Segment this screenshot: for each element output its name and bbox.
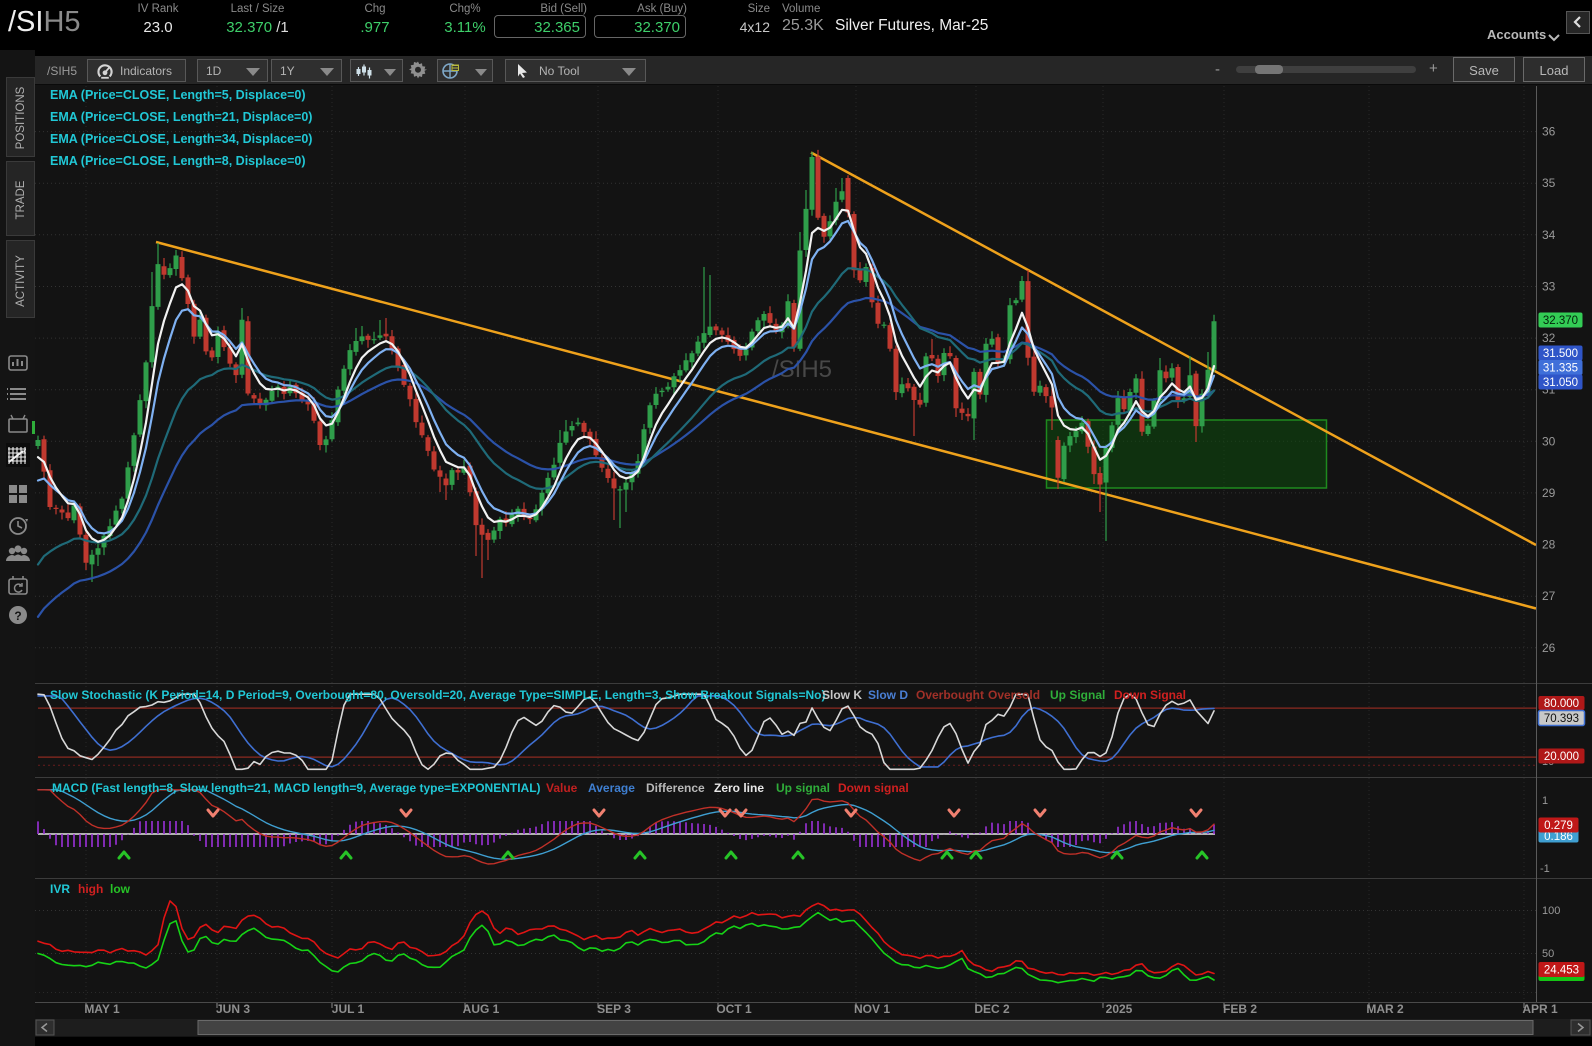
svg-text:JUN 3: JUN 3: [216, 1002, 250, 1016]
svg-text:20.000: 20.000: [1544, 751, 1579, 763]
svg-text:IVR: IVR: [50, 882, 70, 896]
svg-text:Slow D: Slow D: [868, 688, 908, 702]
svg-text:100: 100: [1542, 905, 1560, 917]
svg-text:JUL 1: JUL 1: [332, 1002, 365, 1016]
svg-text:28: 28: [1542, 538, 1556, 552]
svg-text:32: 32: [1542, 331, 1556, 345]
svg-text:70.393: 70.393: [1544, 713, 1579, 725]
svg-text:30: 30: [1542, 434, 1556, 448]
svg-text:EMA (Price=CLOSE, Length=34, D: EMA (Price=CLOSE, Length=34, Displace=0): [50, 132, 312, 146]
svg-text:31.335: 31.335: [1543, 363, 1578, 375]
svg-text:SEP 3: SEP 3: [597, 1002, 631, 1016]
svg-text:APR 1: APR 1: [1522, 1002, 1558, 1016]
svg-text:0.186: 0.186: [1544, 831, 1573, 843]
svg-text:Down Signal: Down Signal: [1114, 688, 1186, 702]
svg-text:/SIH5: /SIH5: [772, 356, 832, 383]
svg-text:EMA (Price=CLOSE, Length=5, Di: EMA (Price=CLOSE, Length=5, Displace=0): [50, 88, 306, 102]
svg-text:0.279: 0.279: [1544, 820, 1573, 832]
svg-text:Value: Value: [546, 781, 578, 795]
svg-text:-1: -1: [1540, 863, 1550, 875]
svg-text:FEB 2: FEB 2: [1223, 1002, 1257, 1016]
svg-text:MAR 2: MAR 2: [1366, 1002, 1404, 1016]
svg-text:26: 26: [1542, 641, 1556, 655]
svg-text:Oversold: Oversold: [988, 688, 1040, 702]
svg-text:Up Signal: Up Signal: [1050, 688, 1105, 702]
svg-text:29: 29: [1542, 486, 1556, 500]
svg-text:MACD (Fast length=8, Slow leng: MACD (Fast length=8, Slow length=21, MAC…: [52, 781, 541, 795]
svg-text:32.370: 32.370: [1543, 315, 1578, 327]
svg-text:Up signal: Up signal: [776, 781, 830, 795]
svg-text:MAY 1: MAY 1: [84, 1002, 120, 1016]
svg-text:low: low: [110, 882, 131, 896]
svg-text:EMA (Price=CLOSE, Length=21, D: EMA (Price=CLOSE, Length=21, Displace=0): [50, 110, 312, 124]
svg-text:27: 27: [1542, 589, 1556, 603]
svg-text:35: 35: [1542, 176, 1556, 190]
svg-text:high: high: [78, 882, 103, 896]
svg-text:31.050: 31.050: [1543, 377, 1578, 389]
svg-text:Difference: Difference: [646, 781, 705, 795]
svg-text:OCT 1: OCT 1: [716, 1002, 752, 1016]
svg-text:NOV 1: NOV 1: [854, 1002, 890, 1016]
svg-text:34: 34: [1542, 228, 1556, 242]
svg-text:36: 36: [1542, 125, 1556, 139]
svg-text:2025: 2025: [1106, 1002, 1133, 1016]
svg-text:Slow K: Slow K: [822, 688, 862, 702]
svg-text:Average: Average: [588, 781, 635, 795]
svg-text:1: 1: [1542, 795, 1548, 807]
svg-text:Down signal: Down signal: [838, 781, 909, 795]
svg-text:80.000: 80.000: [1544, 698, 1579, 710]
svg-text:DEC 2: DEC 2: [974, 1002, 1010, 1016]
svg-text:Zero line: Zero line: [714, 781, 764, 795]
svg-text:33: 33: [1542, 280, 1556, 294]
svg-text:EMA (Price=CLOSE, Length=8, Di: EMA (Price=CLOSE, Length=8, Displace=0): [50, 154, 306, 168]
svg-text:Slow Stochastic (K Period=14,: Slow Stochastic (K Period=14, D Period=9…: [50, 688, 825, 702]
svg-text:24.453: 24.453: [1544, 965, 1579, 977]
svg-text:AUG 1: AUG 1: [463, 1002, 500, 1016]
svg-text:50: 50: [1542, 948, 1554, 960]
svg-text:?: ?: [14, 609, 21, 623]
svg-text:Overbought: Overbought: [916, 688, 984, 702]
svg-text:31.500: 31.500: [1543, 348, 1578, 360]
